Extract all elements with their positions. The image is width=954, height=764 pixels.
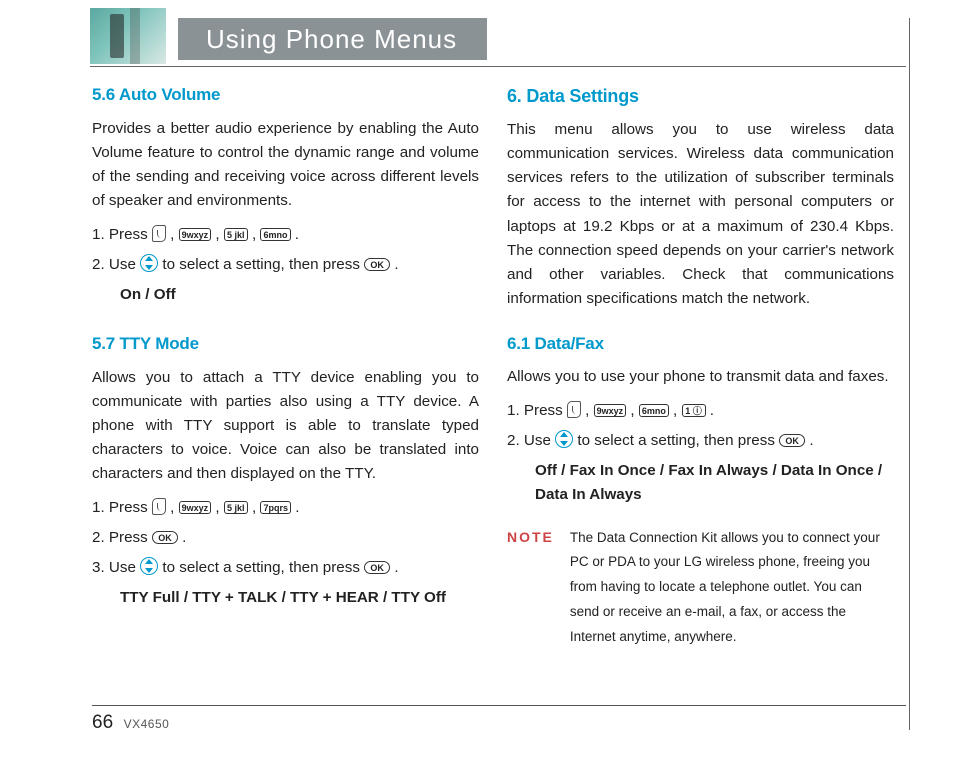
model-label: VX4650 [124,717,170,731]
title-strip: Using Phone Menus [178,18,487,60]
page-title: Using Phone Menus [206,24,457,55]
key-ok: OK [779,434,805,447]
para-auto-volume: Provides a better audio experience by en… [92,117,479,213]
footer-rule [92,705,906,706]
nav-updown-icon [140,557,158,575]
heading-data-settings: 6. Data Settings [507,82,894,110]
page-number: 66 [92,712,113,733]
text: 3. Use [92,559,140,576]
step-57-1: 1. Press , 9wxyz , 5 jkl , 7pqrs . [92,496,479,520]
text: 1. Press [507,402,567,419]
key-6: 6mno [260,228,290,241]
para-data-settings: This menu allows you to use wireless dat… [507,118,894,310]
step-56-1: 1. Press , 9wxyz , 5 jkl , 6mno . [92,223,479,247]
note-label: NOTE [507,526,554,651]
heading-auto-volume: 5.6 Auto Volume [92,82,479,109]
right-column: 6. Data Settings This menu allows you to… [507,82,894,694]
heading-data-fax: 6.1 Data/Fax [507,331,894,358]
text: to select a setting, then press [162,256,364,273]
key-9: 9wxyz [179,228,212,241]
note-text: The Data Connection Kit allows you to co… [570,526,894,651]
step-57-3: 3. Use to select a setting, then press O… [92,556,479,580]
key-ok: OK [364,258,390,271]
text: to select a setting, then press [162,559,364,576]
header-thumbnail [90,8,166,64]
options-61: Off / Fax In Once / Fax In Always / Data… [535,459,894,507]
key-5: 5 jkl [224,228,248,241]
softkey-icon [567,401,581,418]
content-area: 5.6 Auto Volume Provides a better audio … [92,82,894,694]
key-9: 9wxyz [594,404,627,417]
note-block: NOTE The Data Connection Kit allows you … [507,526,894,651]
key-1: 1 ⓘ [682,404,706,417]
step-61-2: 2. Use to select a setting, then press O… [507,429,894,453]
text: 2. Use [507,432,555,449]
options-57: TTY Full / TTY + TALK / TTY + HEAR / TTY… [120,586,479,610]
options-56: On / Off [120,283,479,307]
softkey-icon [152,225,166,242]
para-data-fax: Allows you to use your phone to transmit… [507,365,894,389]
softkey-icon [152,498,166,515]
step-61-1: 1. Press , 9wxyz , 6mno , 1 ⓘ . [507,399,894,423]
key-ok: OK [152,531,178,544]
key-6: 6mno [639,404,669,417]
text: to select a setting, then press [577,432,779,449]
left-column: 5.6 Auto Volume Provides a better audio … [92,82,479,694]
nav-updown-icon [140,254,158,272]
text: 2. Use [92,256,140,273]
text: 1. Press [92,226,152,243]
para-tty-mode: Allows you to attach a TTY device enabli… [92,366,479,486]
top-rule [90,66,906,67]
nav-updown-icon [555,430,573,448]
footer: 66 VX4650 [92,705,906,734]
step-56-2: 2. Use to select a setting, then press O… [92,253,479,277]
right-rule [909,18,910,730]
page-header: Using Phone Menus [90,18,906,60]
step-57-2: 2. Press OK . [92,526,479,550]
text: 1. Press [92,499,152,516]
key-9: 9wxyz [179,501,212,514]
key-5: 5 jkl [224,501,248,514]
key-ok: OK [364,561,390,574]
heading-tty-mode: 5.7 TTY Mode [92,331,479,358]
text: 2. Press [92,529,152,546]
key-7: 7pqrs [260,501,291,514]
